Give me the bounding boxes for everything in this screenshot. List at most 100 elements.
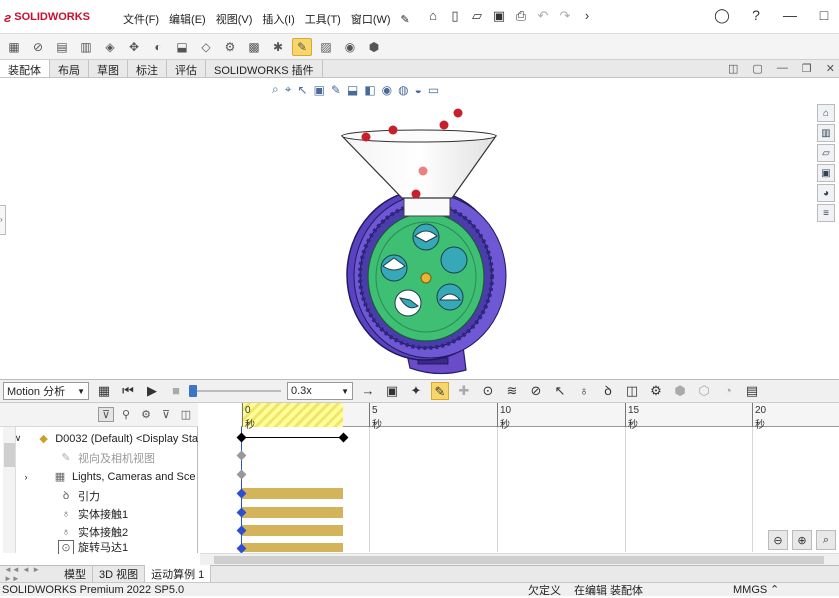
doc-minimize-icon[interactable]: — [777,62,788,75]
scene-icon[interactable]: ◒ [415,83,422,97]
save-icon[interactable]: ▣ [490,7,508,25]
gravity-icon[interactable]: ꝺ [599,382,617,400]
zoom-out-icon[interactable]: ⊖ [768,530,788,550]
restore-panel-icon[interactable]: ◫ [728,62,738,75]
component-preview-icon[interactable]: ▤ [52,38,72,56]
tab-assembly[interactable]: 装配体 [0,60,50,77]
tab-3d-view[interactable]: 3D 视图 [93,565,146,583]
snapshot-icon[interactable]: ◉ [340,38,360,56]
undo-icon[interactable]: ↶ [534,7,552,25]
motor-icon[interactable]: ⊙ [479,382,497,400]
filter-driving-icon[interactable]: ⚙ [138,408,154,421]
contact2-timeline-bar[interactable] [242,525,343,536]
mate-icon[interactable]: ⊘ [28,38,48,56]
view-settings-icon[interactable]: ▭ [428,83,439,97]
menu-view[interactable]: 视图(V) [211,9,258,29]
resources-icon[interactable]: ⌂ [817,104,835,122]
menu-tools[interactable]: 工具(T) [300,9,346,29]
spring-icon[interactable]: ≋ [503,382,521,400]
animation-wizard-icon[interactable]: ✦ [407,382,425,400]
file-explorer-icon[interactable]: ▱ [817,144,835,162]
menu-file[interactable]: 文件(F) [118,9,164,29]
more-icon[interactable]: › [578,7,596,25]
open-icon[interactable]: ▱ [468,7,486,25]
import-motion-loads-icon[interactable]: ◔ [719,382,737,400]
smart-fasteners-icon[interactable]: ◈ [100,38,120,56]
tab-markup[interactable]: 标注 [128,60,167,77]
instant3d-icon[interactable]: ✎ [292,37,312,56]
tab-model[interactable]: 模型 [58,565,93,583]
help-icon[interactable]: ? [747,7,765,24]
study-type-select[interactable]: Motion 分析 ▼ [3,382,89,400]
zoom-fit-icon[interactable]: ⌕ [816,530,836,550]
tile-icon[interactable]: ▢ [752,62,762,75]
bill-of-materials-icon[interactable]: ▩ [244,38,264,56]
timeline-horizontal-scrollbar[interactable] [200,553,839,565]
tab-layout[interactable]: 布局 [50,60,89,77]
calculate-icon[interactable]: ▦ [95,382,113,400]
new-motion-study-icon[interactable]: ⚙ [220,38,240,56]
assembly-features-icon[interactable]: ⬓ [172,38,192,56]
menu-edit[interactable]: 编辑(E) [164,9,211,29]
playback-slider[interactable] [189,383,281,399]
tab-nav-arrows-icon[interactable]: ◄◄ ◄ ► ►► [0,565,58,583]
doc-restore-icon[interactable]: ❐ [802,62,812,75]
move-component-icon[interactable]: ✥ [124,38,144,56]
appearance-icon[interactable]: ◍ [398,83,408,97]
doc-close-icon[interactable]: ✕ [826,62,835,75]
tab-evaluate[interactable]: 评估 [167,60,206,77]
gravity-timeline-bar[interactable] [242,488,343,499]
play-from-start-icon[interactable]: ⏮ [119,382,137,400]
insert-component-icon[interactable]: ▦ [4,38,24,56]
zoom-in-icon[interactable]: ⊕ [792,530,812,550]
user-icon[interactable]: ◯ [713,7,731,24]
menu-window[interactable]: 窗口(W) [346,9,396,29]
tree-item-gravity[interactable]: ꝺ 引力 [0,486,198,505]
playback-speed-select[interactable]: 0.3x ▼ [287,382,353,400]
stop-icon[interactable]: ■ [167,382,185,400]
tree-item-motor-1[interactable]: ⊙ 旋转马达1 [0,540,198,554]
section-view-icon[interactable]: ▣ [314,83,325,97]
motor1-timeline-bar[interactable] [242,543,343,552]
tab-addins[interactable]: SOLIDWORKS 插件 [206,60,323,77]
view-palette-icon[interactable]: ▣ [817,164,835,182]
new-document-icon[interactable]: ▯ [446,7,464,25]
contact1-timeline-bar[interactable] [242,507,343,518]
simulation-setup-icon[interactable]: ⬢ [671,382,689,400]
home-icon[interactable]: ⌂ [424,7,442,25]
design-library-icon[interactable]: ▥ [817,124,835,142]
results-plots-icon[interactable]: ◫ [623,382,641,400]
tree-item-contact-2[interactable]: ♁ 实体接触2 [0,522,198,541]
reference-geometry-icon[interactable]: ◇ [196,38,216,56]
filter-selected-icon[interactable]: ⊽ [158,408,174,421]
tree-item-contact-1[interactable]: ♁ 实体接触1 [0,504,198,523]
linear-pattern-icon[interactable]: ▥ [76,38,96,56]
minimize-icon[interactable]: — [781,7,799,24]
force-icon[interactable]: ↖ [551,382,569,400]
tab-motion-study-1[interactable]: 运动算例 1 [145,565,212,583]
autokey-icon[interactable]: ✎ [431,382,449,400]
pin-icon[interactable]: ✎ [396,9,414,27]
maximize-icon[interactable]: □ [815,7,833,24]
contact-icon[interactable]: ♁ [575,382,593,400]
chevron-down-icon[interactable]: ⌃ [770,583,779,596]
print-icon[interactable]: ⎙ [512,7,530,25]
damper-icon[interactable]: ⊘ [527,382,545,400]
playback-knob[interactable] [189,385,197,397]
tree-scroll-thumb[interactable] [4,443,15,467]
motion-properties-icon[interactable]: ⚙ [647,382,665,400]
app-logo[interactable]: ƨ SOLIDWORKS [4,8,90,26]
filter-animated-icon[interactable]: ⚲ [118,408,134,421]
display-style-icon[interactable]: ◧ [364,83,375,97]
redo-icon[interactable]: ↷ [556,7,574,25]
previous-view-icon[interactable]: ↖ [298,83,308,97]
view-orientation-icon[interactable]: ⬓ [347,83,358,97]
add-key-icon[interactable]: ✚ [455,382,473,400]
filter-results-icon[interactable]: ◫ [178,408,194,421]
play-icon[interactable]: ▶ [143,382,161,400]
show-hidden-icon[interactable]: ◐ [148,38,168,56]
tree-vertical-scrollbar[interactable] [3,427,16,553]
timeline-scroll-thumb[interactable] [214,556,824,564]
exploded-view-icon[interactable]: ✱ [268,38,288,56]
status-units[interactable]: MMGS [733,584,767,596]
